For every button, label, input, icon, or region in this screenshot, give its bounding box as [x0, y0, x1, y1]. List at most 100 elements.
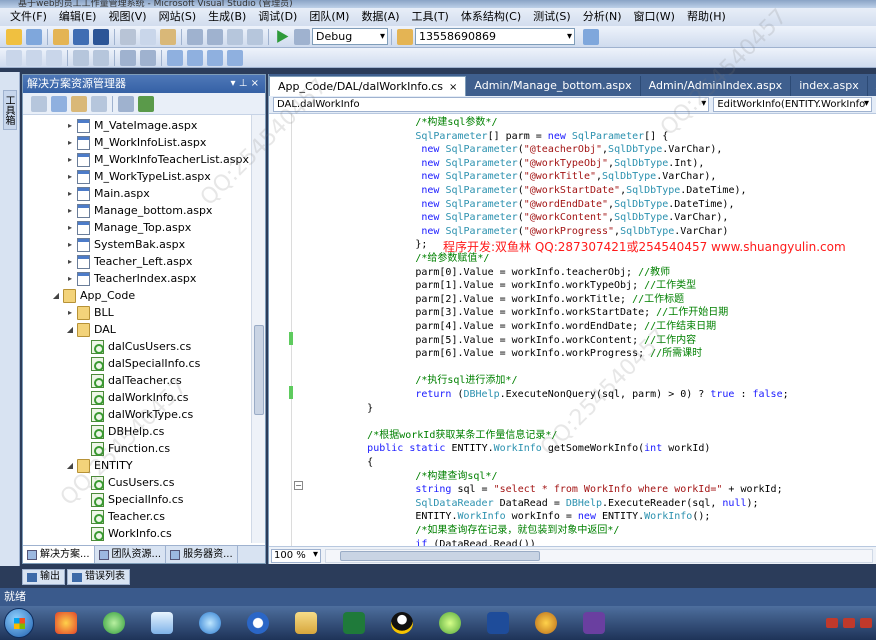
bookmark-prev-icon[interactable]: [187, 49, 203, 66]
find-in-files-icon[interactable]: [397, 28, 413, 45]
collapse-icon[interactable]: −: [294, 481, 303, 490]
tree-file[interactable]: ▸ Manage_bottom.aspx: [65, 202, 212, 219]
open-file-icon[interactable]: [53, 28, 69, 45]
tree-file[interactable]: ▸ TeacherIndex.aspx: [65, 270, 196, 287]
tree-folder[interactable]: ◢ App_Code: [51, 287, 135, 304]
paste-icon[interactable]: [160, 28, 176, 45]
save-all-icon[interactable]: [93, 28, 109, 45]
expand-arrow-icon[interactable]: ▸: [65, 219, 75, 236]
menu-item[interactable]: 编辑(E): [53, 8, 103, 26]
visual-studio-icon[interactable]: [577, 609, 611, 637]
zoom-combo[interactable]: 100 %: [271, 548, 321, 563]
properties-icon[interactable]: [31, 95, 47, 112]
tray-icon[interactable]: [843, 618, 855, 628]
expand-arrow-icon[interactable]: ▸: [65, 151, 75, 168]
excel-icon[interactable]: [337, 609, 371, 637]
find-combo[interactable]: 13558690869: [415, 28, 575, 45]
expand-arrow-icon[interactable]: ▸: [65, 202, 75, 219]
bookmark-icon[interactable]: [167, 49, 183, 66]
collapse-arrow-icon[interactable]: ◢: [65, 321, 75, 338]
expand-arrow-icon[interactable]: ▸: [65, 168, 75, 185]
redo-icon[interactable]: [207, 28, 223, 45]
document-tab[interactable]: App_Code/DAL/dalWorkInfo.cs ×: [269, 76, 467, 96]
panel-tab[interactable]: 服务器资...: [166, 546, 238, 563]
menu-item[interactable]: 视图(V): [102, 8, 152, 26]
error-list-tab[interactable]: 错误列表: [67, 569, 130, 585]
nest-files-icon[interactable]: [91, 95, 107, 112]
collapse-arrow-icon[interactable]: ◢: [65, 457, 75, 474]
copy-icon[interactable]: [140, 28, 156, 45]
menu-item[interactable]: 体系结构(C): [455, 8, 527, 26]
navigate-forward-icon[interactable]: [247, 28, 263, 45]
expand-arrow-icon[interactable]: ▸: [65, 117, 75, 134]
output-tab[interactable]: 输出: [22, 569, 65, 585]
taskbar-app-icon[interactable]: [97, 609, 131, 637]
tree-file[interactable]: dalWorkType.cs: [79, 406, 193, 423]
tree-file[interactable]: ▸ Teacher_Left.aspx: [65, 253, 192, 270]
code-area[interactable]: − 程序开发:双鱼林 QQ:287307421或254540457 www.sh…: [269, 114, 876, 546]
tree-file[interactable]: Teacher.cs: [79, 508, 165, 525]
document-tab[interactable]: App_: [868, 76, 876, 96]
panel-tab[interactable]: 团队资源...: [95, 546, 167, 563]
show-all-files-icon[interactable]: [71, 95, 87, 112]
collapse-arrow-icon[interactable]: ◢: [51, 287, 61, 304]
tree-file[interactable]: dalCusUsers.cs: [79, 338, 191, 355]
format-icon[interactable]: [6, 49, 22, 66]
tree-file[interactable]: DBHelp.cs: [79, 423, 164, 440]
menu-item[interactable]: 测试(S): [527, 8, 577, 26]
menu-item[interactable]: 调试(D): [252, 8, 303, 26]
indent-icon[interactable]: [73, 49, 89, 66]
configuration-select[interactable]: Debug: [312, 28, 388, 45]
taskbar-app-icon[interactable]: [529, 609, 563, 637]
menu-item[interactable]: 网站(S): [153, 8, 203, 26]
document-tab[interactable]: Admin/AdminIndex.aspx: [641, 76, 792, 96]
menu-item[interactable]: 分析(N): [577, 8, 628, 26]
new-project-icon[interactable]: [6, 28, 22, 45]
tray-icon[interactable]: [860, 618, 872, 628]
expand-arrow-icon[interactable]: ▸: [65, 304, 75, 321]
close-icon[interactable]: ×: [449, 82, 457, 93]
solution-scrollbar[interactable]: [251, 115, 265, 543]
save-icon[interactable]: [73, 28, 89, 45]
class-combo[interactable]: DAL.dalWorkInfo: [273, 97, 710, 112]
view-code-icon[interactable]: [118, 95, 134, 112]
tree-file[interactable]: ▸ M_VateImage.aspx: [65, 117, 197, 134]
tree-file[interactable]: dalTeacher.cs: [79, 372, 182, 389]
member-combo[interactable]: EditWorkInfo(ENTITY.WorkInfo: [713, 97, 872, 112]
add-item-icon[interactable]: [26, 28, 42, 45]
document-tab[interactable]: index.aspx: [791, 76, 868, 96]
taskbar-app-icon[interactable]: [49, 609, 83, 637]
taskbar-app-icon[interactable]: [433, 609, 467, 637]
start-button-icon[interactable]: [4, 608, 34, 638]
find-icon[interactable]: [583, 28, 599, 45]
menu-item[interactable]: 工具(T): [406, 8, 455, 26]
tree-file[interactable]: WorkInfo.cs: [79, 525, 172, 542]
document-tab[interactable]: Admin/Manage_bottom.aspx: [466, 76, 641, 96]
navigate-back-icon[interactable]: [227, 28, 243, 45]
taskbar-app-icon[interactable]: [481, 609, 515, 637]
bookmark-clear-icon[interactable]: [227, 49, 243, 66]
tree-folder[interactable]: ▸ BLL: [65, 304, 114, 321]
tree-file[interactable]: ▸ Manage_Top.aspx: [65, 219, 191, 236]
scroll-thumb[interactable]: [340, 550, 540, 561]
scroll-thumb[interactable]: [254, 325, 264, 415]
tree-file[interactable]: Function.cs: [79, 440, 170, 457]
toolbox-tab[interactable]: 工具箱: [3, 90, 17, 130]
start-debugging-icon[interactable]: [277, 30, 289, 43]
menu-item[interactable]: 窗口(W): [628, 8, 681, 26]
taskbar-app-icon[interactable]: [193, 609, 227, 637]
menu-item[interactable]: 数据(A): [355, 8, 405, 26]
expand-arrow-icon[interactable]: ▸: [65, 185, 75, 202]
tree-folder[interactable]: ◢ DAL: [65, 321, 116, 338]
format-icon[interactable]: [46, 49, 62, 66]
tree-folder[interactable]: ◢ ENTITY: [65, 457, 133, 474]
tree-file[interactable]: ▸ M_WorkInfoList.aspx: [65, 134, 206, 151]
qq-icon[interactable]: [385, 609, 419, 637]
media-player-icon[interactable]: [241, 609, 275, 637]
tree-file[interactable]: CusUsers.cs: [79, 474, 174, 491]
tree-file[interactable]: ▸ SystemBak.aspx: [65, 236, 185, 253]
panel-tab[interactable]: 解决方案...: [23, 546, 95, 563]
tree-file[interactable]: dalWorkInfo.cs: [79, 389, 189, 406]
tree-file[interactable]: SpecialInfo.cs: [79, 491, 184, 508]
bookmark-next-icon[interactable]: [207, 49, 223, 66]
